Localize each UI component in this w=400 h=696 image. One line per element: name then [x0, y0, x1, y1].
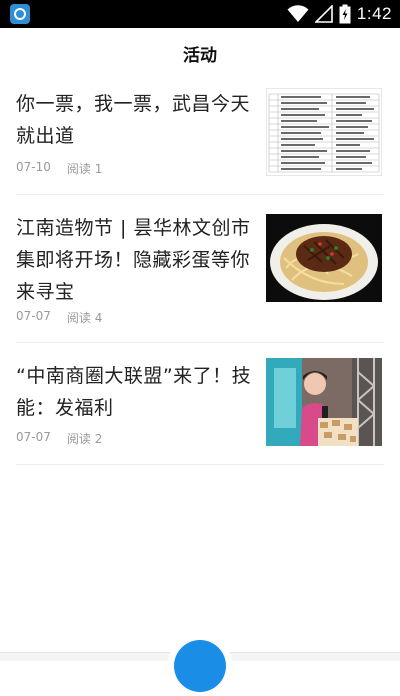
app-icon	[10, 4, 30, 24]
article-meta: 07-10 阅读 1	[16, 160, 102, 177]
article-meta: 07-07 阅读 4	[16, 309, 102, 326]
document-table-thumbnail[interactable]	[266, 88, 382, 176]
list-item[interactable]: 江南造物节 | 昙华林文创市集即将开场！隐藏彩蛋等你来寻宝 07-07 阅读 4	[16, 212, 384, 343]
page-title: 活动	[183, 45, 217, 66]
article-title: “中南商圈大联盟”来了！技能：发福利	[16, 365, 252, 419]
article-reads: 阅读 4	[66, 311, 103, 325]
fab-icon	[174, 640, 226, 692]
article-date: 07-07	[16, 430, 51, 444]
list-item[interactable]: “中南商圈大联盟”来了！技能：发福利 07-07 阅读 2	[16, 358, 384, 465]
event-stage-thumbnail[interactable]	[266, 358, 382, 446]
article-meta: 07-07 阅读 2	[16, 430, 102, 447]
battery-icon	[339, 4, 351, 24]
food-noodles-thumbnail[interactable]	[266, 214, 382, 302]
fab-button[interactable]	[168, 632, 232, 696]
signal-icon	[314, 5, 333, 23]
article-reads: 阅读 1	[66, 162, 103, 176]
article-reads: 阅读 2	[66, 432, 103, 446]
article-date: 07-10	[16, 160, 51, 174]
status-time: 1:42	[356, 4, 392, 23]
article-title: 你一票，我一票，武昌今天就出道	[16, 93, 251, 147]
header: 活动	[0, 28, 400, 78]
status-bar: 1:42	[0, 0, 400, 28]
list-item[interactable]: 你一票，我一票，武昌今天就出道 07-10 阅读 1	[16, 88, 384, 195]
wifi-icon	[287, 5, 309, 22]
article-title: 江南造物节 | 昙华林文创市集即将开场！隐藏彩蛋等你来寻宝	[16, 217, 251, 303]
article-date: 07-07	[16, 309, 51, 323]
